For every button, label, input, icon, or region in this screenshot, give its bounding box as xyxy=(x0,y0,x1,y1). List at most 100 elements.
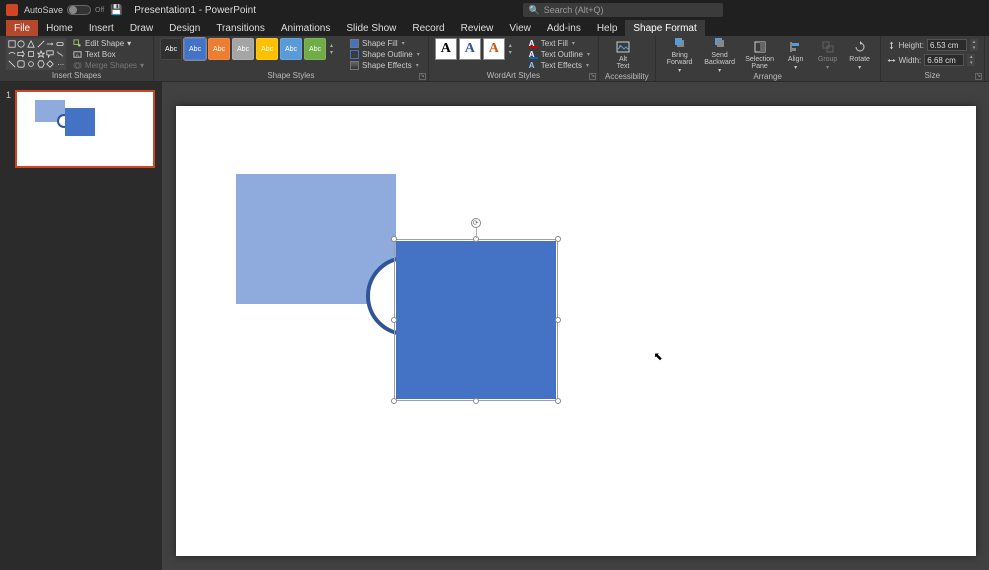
shape-rectangle-2[interactable] xyxy=(396,241,556,399)
height-input[interactable] xyxy=(927,39,967,51)
shapes-gallery[interactable]: ⋯ xyxy=(6,38,66,70)
height-spinner[interactable]: ▴▾ xyxy=(970,39,978,51)
send-backward-icon xyxy=(713,36,727,50)
bring-forward-button[interactable]: Bring Forward ▾ xyxy=(662,38,698,72)
width-icon xyxy=(887,56,896,65)
main-area: 1 ⟳ xyxy=(0,82,989,570)
chevron-down-icon: ▾ xyxy=(794,65,797,71)
group-icon xyxy=(821,40,835,54)
search-box[interactable]: 🔍 Search (Alt+Q) xyxy=(523,3,723,17)
chevron-down-icon: ▾ xyxy=(127,39,131,48)
align-button[interactable]: Align ▾ xyxy=(782,38,810,72)
group-wordart-styles: A A A ▴▾ A Text Fill▾ A Text Outline▾ A … xyxy=(429,36,599,81)
shape-style-gallery[interactable]: Abc Abc Abc Abc Abc Abc Abc ▴▾ xyxy=(160,38,340,60)
shape-fill-button[interactable]: Shape Fill▾ xyxy=(348,38,422,49)
rotate-button[interactable]: Rotate ▾ xyxy=(846,38,874,72)
text-effects-button[interactable]: A Text Effects▾ xyxy=(527,60,592,71)
tab-review[interactable]: Review xyxy=(453,20,502,36)
gallery-more-icon[interactable]: ▴▾ xyxy=(330,42,340,56)
merge-shapes-button: Merge Shapes▾ xyxy=(70,60,147,70)
tab-help[interactable]: Help xyxy=(589,20,626,36)
height-icon xyxy=(887,41,896,50)
text-fill-button[interactable]: A Text Fill▾ xyxy=(527,38,592,49)
group-shape-styles: Abc Abc Abc Abc Abc Abc Abc ▴▾ Shape Fil… xyxy=(154,36,429,81)
style-swatch-1[interactable]: Abc xyxy=(160,38,182,60)
dialog-launcher-icon[interactable]: ↘ xyxy=(589,73,596,80)
chevron-down-icon: ▾ xyxy=(417,51,420,58)
gallery-more-icon[interactable]: ▴▾ xyxy=(509,42,519,56)
document-title: Presentation1 - PowerPoint xyxy=(134,5,256,16)
chevron-down-icon: ▾ xyxy=(572,40,575,47)
chevron-down-icon: ▾ xyxy=(826,65,829,71)
selection-pane-button[interactable]: Selection Pane xyxy=(742,38,778,72)
height-label: Height: xyxy=(899,41,924,50)
wordart-gallery[interactable]: A A A ▴▾ xyxy=(435,38,519,60)
text-outline-button[interactable]: A Text Outline▾ xyxy=(527,49,592,60)
slide-number: 1 xyxy=(6,90,12,168)
align-icon xyxy=(789,40,803,54)
group-accessibility: Alt Text Accessibility xyxy=(599,36,656,81)
merge-shapes-icon xyxy=(73,61,82,70)
tab-view[interactable]: View xyxy=(501,20,539,36)
tab-home[interactable]: Home xyxy=(38,20,81,36)
tab-transitions[interactable]: Transitions xyxy=(208,20,273,36)
style-swatch-6[interactable]: Abc xyxy=(280,38,302,60)
search-icon: 🔍 xyxy=(529,5,540,16)
slide-thumbnail-1[interactable] xyxy=(15,90,155,168)
text-effects-icon: A xyxy=(529,61,538,70)
bring-forward-icon xyxy=(673,36,687,50)
wordart-swatch-2[interactable]: A xyxy=(459,38,481,60)
style-swatch-7[interactable]: Abc xyxy=(304,38,326,60)
svg-text:A: A xyxy=(76,52,79,57)
toggle-switch-icon[interactable] xyxy=(67,5,91,15)
rotation-connector xyxy=(476,226,477,238)
tab-draw[interactable]: Draw xyxy=(122,20,161,36)
selection-pane-icon xyxy=(753,40,767,54)
rotation-handle[interactable]: ⟳ xyxy=(471,218,481,228)
title-bar: AutoSave Off 💾 Presentation1 - PowerPoin… xyxy=(0,0,989,20)
chevron-down-icon: ▾ xyxy=(587,51,590,58)
tab-file[interactable]: File xyxy=(6,20,38,36)
edit-shape-button[interactable]: Edit Shape▾ xyxy=(70,38,147,48)
chevron-down-icon: ▾ xyxy=(858,65,861,71)
wordart-swatch-3[interactable]: A xyxy=(483,38,505,60)
group-label: WordArt Styles↘ xyxy=(435,71,592,81)
text-box-button[interactable]: A Text Box xyxy=(70,49,147,59)
style-swatch-3[interactable]: Abc xyxy=(208,38,230,60)
tab-addins[interactable]: Add-ins xyxy=(539,20,589,36)
style-swatch-4[interactable]: Abc xyxy=(232,38,254,60)
chevron-down-icon: ▾ xyxy=(416,62,419,69)
group-size: Height: ▴▾ Width: ▴▾ Size↘ xyxy=(881,36,985,81)
slide-canvas-area[interactable]: ⟳ ⬉ xyxy=(162,82,989,570)
slide[interactable]: ⟳ ⬉ xyxy=(176,106,976,556)
group-label: Size↘ xyxy=(887,71,978,81)
style-swatch-5[interactable]: Abc xyxy=(256,38,278,60)
style-swatch-2[interactable]: Abc xyxy=(184,38,206,60)
rotate-icon xyxy=(853,40,867,54)
tab-shape-format[interactable]: Shape Format xyxy=(625,20,704,36)
tab-animations[interactable]: Animations xyxy=(273,20,338,36)
group-arrange: Bring Forward ▾ Send Backward ▾ Selectio… xyxy=(656,36,881,81)
text-fill-icon: A xyxy=(529,39,538,48)
width-input[interactable] xyxy=(924,54,964,66)
alt-text-button[interactable]: Alt Text xyxy=(605,38,641,72)
dialog-launcher-icon[interactable]: ↘ xyxy=(975,73,982,80)
autosave-toggle[interactable]: AutoSave Off xyxy=(24,5,104,15)
send-backward-button[interactable]: Send Backward ▾ xyxy=(702,38,738,72)
wordart-swatch-1[interactable]: A xyxy=(435,38,457,60)
dialog-launcher-icon[interactable]: ↘ xyxy=(419,73,426,80)
search-placeholder: Search (Alt+Q) xyxy=(544,5,604,15)
shape-effects-button[interactable]: Shape Effects▾ xyxy=(348,60,422,71)
text-box-icon: A xyxy=(73,50,82,59)
tab-design[interactable]: Design xyxy=(161,20,208,36)
width-spinner[interactable]: ▴▾ xyxy=(967,54,975,66)
save-icon[interactable]: 💾 xyxy=(110,4,122,16)
tab-record[interactable]: Record xyxy=(404,20,452,36)
edit-shape-icon xyxy=(73,39,82,48)
group-insert-shapes: ⋯ Edit Shape▾ A Text Box Merge Shapes▾ I… xyxy=(0,36,154,81)
slide-thumbnail-pane[interactable]: 1 xyxy=(0,82,162,570)
tab-slideshow[interactable]: Slide Show xyxy=(338,20,404,36)
tab-insert[interactable]: Insert xyxy=(81,20,122,36)
group-button: Group ▾ xyxy=(814,38,842,72)
shape-outline-button[interactable]: Shape Outline▾ xyxy=(348,49,422,60)
